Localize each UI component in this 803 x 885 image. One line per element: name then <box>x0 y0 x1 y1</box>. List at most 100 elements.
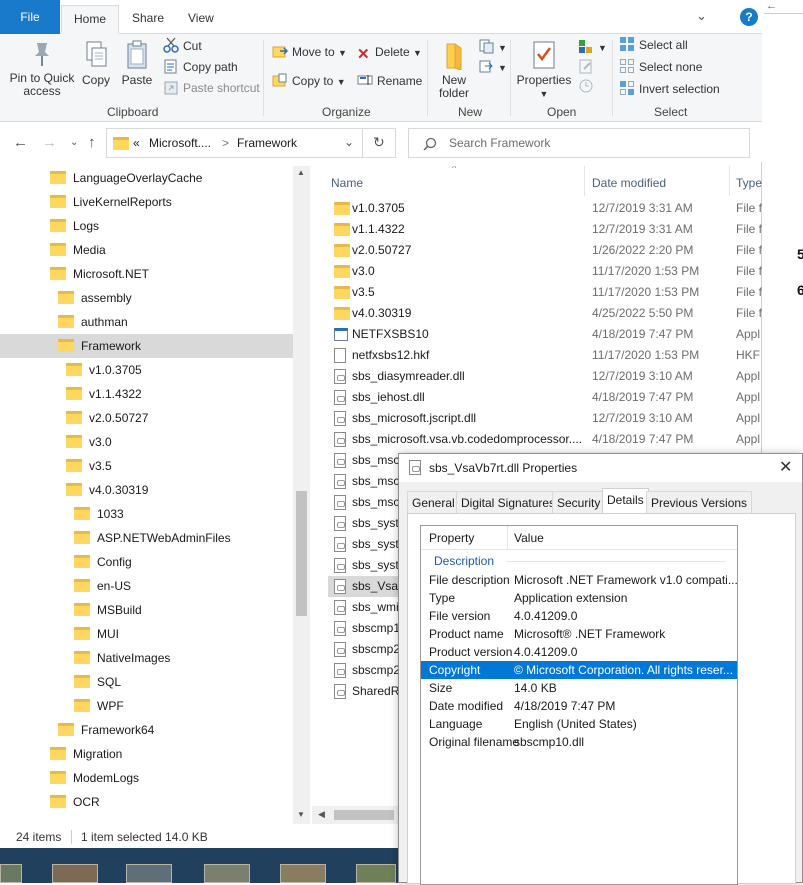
paste-button[interactable]: Paste <box>118 40 156 87</box>
nav-item[interactable]: ModemLogs <box>50 766 139 790</box>
refresh-icon[interactable]: ↻ <box>373 134 385 151</box>
property-row[interactable]: Product name Microsoft® .NET Framework <box>421 625 737 643</box>
nav-item[interactable]: OCR <box>50 790 100 814</box>
nav-item[interactable]: v1.0.3705 <box>66 358 142 382</box>
property-row[interactable]: File description Microsoft .NET Framework… <box>421 571 738 589</box>
property-list[interactable]: Property Value Description File descript… <box>420 525 738 885</box>
file-row[interactable]: sbs_diasymreader.dll 12/7/2019 3:10 AM App… <box>328 366 762 387</box>
nav-item[interactable]: SQL <box>74 670 121 694</box>
navigation-scroll-thumb[interactable] <box>296 491 307 616</box>
column-separator[interactable] <box>729 166 730 196</box>
taskbar-thumbnail[interactable] <box>280 864 326 883</box>
column-header-type[interactable]: Type <box>736 170 762 196</box>
breadcrumb-framework[interactable]: Framework <box>237 136 297 150</box>
easy-access-button[interactable]: ▼ <box>478 57 507 77</box>
nav-item[interactable]: ASP.NETWebAdminFiles <box>74 526 231 550</box>
file-row[interactable]: NETFXSBS10 4/18/2019 7:47 PM Appl <box>328 324 762 345</box>
select-all-button[interactable]: Select all <box>619 35 688 55</box>
file-row[interactable]: sbs_microsoft.vsa.vb.codedomprocessor...… <box>328 429 762 450</box>
nav-item[interactable]: en-US <box>74 574 131 598</box>
taskbar-thumbnail[interactable] <box>204 864 250 883</box>
properties-button[interactable]: Properties ▼ <box>516 40 572 101</box>
nav-item[interactable]: NativeImages <box>74 646 170 670</box>
property-row[interactable]: Copyright © Microsoft Corporation. All ri… <box>421 661 737 679</box>
nav-item[interactable]: LanguageOverlayCache <box>50 166 202 190</box>
recent-locations-chevron-icon[interactable]: ⌄ <box>70 137 78 148</box>
nav-item[interactable]: MUI <box>74 622 119 646</box>
taskbar-thumbnail[interactable] <box>0 864 22 883</box>
property-row[interactable]: Date modified 4/18/2019 7:47 PM <box>421 697 737 715</box>
taskbar-thumbnail[interactable] <box>126 864 172 883</box>
edit-button[interactable] <box>578 57 598 77</box>
file-row[interactable]: v1.1.4322 12/7/2019 3:31 AM File f <box>328 219 762 240</box>
column-header-date-modified[interactable]: Date modified <box>592 170 666 196</box>
scroll-left-icon[interactable]: ◀ <box>318 809 325 820</box>
invert-selection-button[interactable]: Invert selection <box>619 79 720 99</box>
close-icon[interactable]: ✕ <box>779 457 792 477</box>
open-button[interactable]: ▼ <box>578 37 607 57</box>
paste-shortcut-button[interactable]: Paste shortcut <box>163 78 260 98</box>
nav-item[interactable]: v1.1.4322 <box>66 382 142 406</box>
horizontal-scroll-thumb[interactable] <box>334 810 394 820</box>
help-icon[interactable]: ? <box>740 8 758 26</box>
address-dropdown-icon[interactable]: ⌄ <box>344 135 354 149</box>
minimize-ribbon-chevron-icon[interactable]: ⌄ <box>696 8 707 24</box>
nav-item[interactable]: MSBuild <box>74 598 142 622</box>
breadcrumb-overflow[interactable]: « <box>133 136 140 150</box>
nav-item[interactable]: WPF <box>74 694 124 718</box>
tab-file[interactable]: File <box>0 0 60 34</box>
pin-quick-access-button[interactable]: Pin to Quick access <box>8 40 76 98</box>
nav-item[interactable]: v2.0.50727 <box>66 406 148 430</box>
copy-to-button[interactable]: Copy to ▼ <box>272 71 346 91</box>
nav-item[interactable]: Framework <box>58 334 141 358</box>
properties-tab-digital-signatures[interactable]: Digital Signatures <box>456 491 561 513</box>
nav-item[interactable]: Media <box>50 238 106 262</box>
scroll-up-icon[interactable]: ▲ <box>297 168 305 177</box>
tab-home[interactable]: Home <box>61 5 120 34</box>
nav-item[interactable]: assembly <box>58 286 132 310</box>
file-row[interactable]: v4.0.30319 4/25/2022 5:50 PM File f <box>328 303 762 324</box>
property-row[interactable]: File version 4.0.41209.0 <box>421 607 737 625</box>
properties-tab-general[interactable]: General <box>407 491 460 513</box>
back-arrow-icon[interactable]: ← <box>13 134 28 151</box>
properties-tab-security[interactable]: Security <box>552 491 606 513</box>
file-row[interactable]: netfxsbs12.hkf 11/17/2020 1:53 PM HKF <box>328 345 762 366</box>
file-row[interactable]: v2.0.50727 1/26/2022 2:20 PM File f <box>328 240 762 261</box>
nav-item[interactable]: authman <box>58 310 128 334</box>
nav-item[interactable]: Framework64 <box>58 718 154 742</box>
copy-button[interactable]: Copy <box>78 40 114 87</box>
property-row[interactable]: Language English (United States) <box>421 715 737 733</box>
property-row[interactable]: Product version 4.0.41209.0 <box>421 643 737 661</box>
new-folder-button[interactable]: New folder <box>432 40 476 100</box>
column-header-value[interactable]: Value <box>514 531 544 545</box>
select-none-button[interactable]: Select none <box>619 57 702 77</box>
properties-tab-details[interactable]: Details <box>602 488 649 513</box>
taskbar-thumbnail[interactable] <box>356 864 396 883</box>
rename-button[interactable]: Rename <box>357 71 422 91</box>
file-row[interactable]: sbs_microsoft.jscript.dll 12/7/2019 3:10 … <box>328 408 762 429</box>
column-separator[interactable] <box>507 526 508 550</box>
property-row[interactable]: Type Application extension <box>421 589 737 607</box>
column-header-name[interactable]: Name <box>331 170 363 196</box>
history-button[interactable] <box>578 77 598 97</box>
nav-item[interactable]: LiveKernelReports <box>50 190 172 214</box>
move-to-button[interactable]: Move to ▼ <box>272 42 347 62</box>
nav-item[interactable]: Logs <box>50 214 99 238</box>
nav-item[interactable]: v4.0.30319 <box>66 478 148 502</box>
nav-item[interactable]: v3.0 <box>66 430 112 454</box>
nav-item[interactable]: Config <box>74 550 132 574</box>
taskbar-thumbnail[interactable] <box>52 864 98 883</box>
file-row[interactable]: v1.0.3705 12/7/2019 3:31 AM File f <box>328 198 762 219</box>
nav-item[interactable]: Microsoft.NET <box>50 262 149 286</box>
file-row[interactable]: v3.0 11/17/2020 1:53 PM File f <box>328 261 762 282</box>
nav-item[interactable]: v3.5 <box>66 454 112 478</box>
column-header-property[interactable]: Property <box>429 531 474 545</box>
delete-button[interactable]: ✕ Delete ▼ <box>357 42 422 63</box>
tab-view[interactable]: View <box>176 5 226 34</box>
forward-arrow-icon[interactable]: → <box>42 134 57 151</box>
copy-path-button[interactable]: Copy path <box>163 57 238 77</box>
up-arrow-icon[interactable]: ↑ <box>88 134 96 151</box>
new-item-button[interactable]: ▼ <box>478 37 507 57</box>
file-row[interactable]: v3.5 11/17/2020 1:53 PM File f <box>328 282 762 303</box>
property-row[interactable]: Original filename sbscmp10.dll <box>421 733 737 751</box>
